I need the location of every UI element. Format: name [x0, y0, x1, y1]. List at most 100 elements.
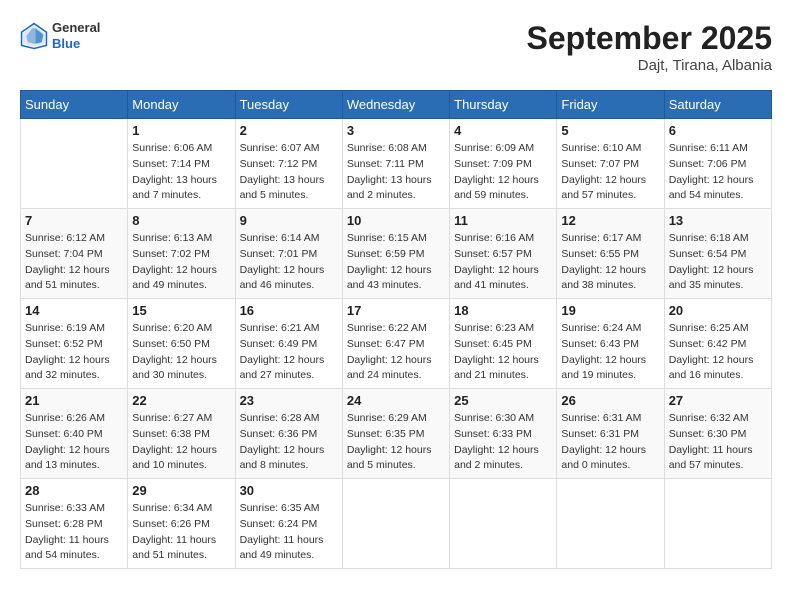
day-number: 21	[25, 393, 123, 408]
calendar-cell: 6 Sunrise: 6:11 AM Sunset: 7:06 PM Daylig…	[664, 119, 771, 209]
day-number: 28	[25, 483, 123, 498]
day-info: Sunrise: 6:15 AM Sunset: 6:59 PM Dayligh…	[347, 231, 445, 294]
col-tuesday: Tuesday	[235, 91, 342, 119]
day-number: 22	[132, 393, 230, 408]
day-info: Sunrise: 6:27 AM Sunset: 6:38 PM Dayligh…	[132, 411, 230, 474]
day-number: 20	[669, 303, 767, 318]
calendar-cell: 2 Sunrise: 6:07 AM Sunset: 7:12 PM Daylig…	[235, 119, 342, 209]
calendar-cell: 9 Sunrise: 6:14 AM Sunset: 7:01 PM Daylig…	[235, 209, 342, 299]
day-number: 14	[25, 303, 123, 318]
calendar-cell: 4 Sunrise: 6:09 AM Sunset: 7:09 PM Daylig…	[450, 119, 557, 209]
day-number: 27	[669, 393, 767, 408]
page-header: General Blue September 2025 Dajt, Tirana…	[20, 20, 772, 74]
day-number: 29	[132, 483, 230, 498]
day-info: Sunrise: 6:06 AM Sunset: 7:14 PM Dayligh…	[132, 141, 230, 204]
calendar-cell: 7Sunrise: 6:12 AM Sunset: 7:04 PM Daylig…	[21, 209, 128, 299]
day-info: Sunrise: 6:09 AM Sunset: 7:09 PM Dayligh…	[454, 141, 552, 204]
day-info: Sunrise: 6:24 AM Sunset: 6:43 PM Dayligh…	[561, 321, 659, 384]
day-info: Sunrise: 6:07 AM Sunset: 7:12 PM Dayligh…	[240, 141, 338, 204]
col-thursday: Thursday	[450, 91, 557, 119]
calendar-body: 1 Sunrise: 6:06 AM Sunset: 7:14 PM Daylig…	[21, 119, 772, 569]
calendar-cell: 3 Sunrise: 6:08 AM Sunset: 7:11 PM Daylig…	[342, 119, 449, 209]
calendar-cell: 16 Sunrise: 6:21 AM Sunset: 6:49 PM Dayli…	[235, 299, 342, 389]
day-info: Sunrise: 6:19 AM Sunset: 6:52 PM Dayligh…	[25, 321, 123, 384]
col-friday: Friday	[557, 91, 664, 119]
calendar-cell: 15 Sunrise: 6:20 AM Sunset: 6:50 PM Dayli…	[128, 299, 235, 389]
day-number: 8	[132, 213, 230, 228]
calendar-week-2: 7Sunrise: 6:12 AM Sunset: 7:04 PM Daylig…	[21, 209, 772, 299]
day-number: 2	[240, 123, 338, 138]
calendar-cell	[450, 479, 557, 569]
day-number: 15	[132, 303, 230, 318]
day-info: Sunrise: 6:14 AM Sunset: 7:01 PM Dayligh…	[240, 231, 338, 294]
calendar-cell	[557, 479, 664, 569]
calendar-cell: 5 Sunrise: 6:10 AM Sunset: 7:07 PM Daylig…	[557, 119, 664, 209]
calendar-cell: 29 Sunrise: 6:34 AM Sunset: 6:26 PM Dayli…	[128, 479, 235, 569]
day-info: Sunrise: 6:21 AM Sunset: 6:49 PM Dayligh…	[240, 321, 338, 384]
day-number: 3	[347, 123, 445, 138]
calendar-cell	[342, 479, 449, 569]
location: Dajt, Tirana, Albania	[527, 57, 772, 74]
day-number: 6	[669, 123, 767, 138]
day-info: Sunrise: 6:29 AM Sunset: 6:35 PM Dayligh…	[347, 411, 445, 474]
day-info: Sunrise: 6:25 AM Sunset: 6:42 PM Dayligh…	[669, 321, 767, 384]
calendar-cell: 20 Sunrise: 6:25 AM Sunset: 6:42 PM Dayli…	[664, 299, 771, 389]
calendar-cell: 17 Sunrise: 6:22 AM Sunset: 6:47 PM Dayli…	[342, 299, 449, 389]
col-monday: Monday	[128, 91, 235, 119]
calendar-cell: 11 Sunrise: 6:16 AM Sunset: 6:57 PM Dayli…	[450, 209, 557, 299]
logo: General Blue	[20, 20, 100, 51]
calendar-cell	[21, 119, 128, 209]
day-info: Sunrise: 6:22 AM Sunset: 6:47 PM Dayligh…	[347, 321, 445, 384]
day-number: 9	[240, 213, 338, 228]
calendar-cell: 13Sunrise: 6:18 AM Sunset: 6:54 PM Dayli…	[664, 209, 771, 299]
header-row: Sunday Monday Tuesday Wednesday Thursday…	[21, 91, 772, 119]
calendar-cell: 19Sunrise: 6:24 AM Sunset: 6:43 PM Dayli…	[557, 299, 664, 389]
col-saturday: Saturday	[664, 91, 771, 119]
logo-icon	[20, 22, 48, 50]
calendar-header: Sunday Monday Tuesday Wednesday Thursday…	[21, 91, 772, 119]
day-info: Sunrise: 6:16 AM Sunset: 6:57 PM Dayligh…	[454, 231, 552, 294]
day-number: 5	[561, 123, 659, 138]
day-info: Sunrise: 6:23 AM Sunset: 6:45 PM Dayligh…	[454, 321, 552, 384]
calendar-cell: 18 Sunrise: 6:23 AM Sunset: 6:45 PM Dayli…	[450, 299, 557, 389]
day-number: 1	[132, 123, 230, 138]
calendar-cell: 22 Sunrise: 6:27 AM Sunset: 6:38 PM Dayli…	[128, 389, 235, 479]
day-info: Sunrise: 6:26 AM Sunset: 6:40 PM Dayligh…	[25, 411, 123, 474]
day-info: Sunrise: 6:32 AM Sunset: 6:30 PM Dayligh…	[669, 411, 767, 474]
day-number: 10	[347, 213, 445, 228]
col-sunday: Sunday	[21, 91, 128, 119]
day-number: 7	[25, 213, 123, 228]
day-info: Sunrise: 6:35 AM Sunset: 6:24 PM Dayligh…	[240, 501, 338, 564]
day-number: 30	[240, 483, 338, 498]
calendar-cell: 30 Sunrise: 6:35 AM Sunset: 6:24 PM Dayli…	[235, 479, 342, 569]
day-number: 13	[669, 213, 767, 228]
day-info: Sunrise: 6:11 AM Sunset: 7:06 PM Dayligh…	[669, 141, 767, 204]
day-info: Sunrise: 6:20 AM Sunset: 6:50 PM Dayligh…	[132, 321, 230, 384]
calendar-cell: 14 Sunrise: 6:19 AM Sunset: 6:52 PM Dayli…	[21, 299, 128, 389]
calendar-cell: 26 Sunrise: 6:31 AM Sunset: 6:31 PM Dayli…	[557, 389, 664, 479]
day-info: Sunrise: 6:08 AM Sunset: 7:11 PM Dayligh…	[347, 141, 445, 204]
day-info: Sunrise: 6:34 AM Sunset: 6:26 PM Dayligh…	[132, 501, 230, 564]
day-info: Sunrise: 6:10 AM Sunset: 7:07 PM Dayligh…	[561, 141, 659, 204]
day-info: Sunrise: 6:31 AM Sunset: 6:31 PM Dayligh…	[561, 411, 659, 474]
calendar-cell: 8Sunrise: 6:13 AM Sunset: 7:02 PM Daylig…	[128, 209, 235, 299]
day-number: 4	[454, 123, 552, 138]
calendar-cell: 23 Sunrise: 6:28 AM Sunset: 6:36 PM Dayli…	[235, 389, 342, 479]
day-number: 16	[240, 303, 338, 318]
day-info: Sunrise: 6:17 AM Sunset: 6:55 PM Dayligh…	[561, 231, 659, 294]
day-number: 23	[240, 393, 338, 408]
day-number: 26	[561, 393, 659, 408]
calendar-week-5: 28 Sunrise: 6:33 AM Sunset: 6:28 PM Dayli…	[21, 479, 772, 569]
day-number: 25	[454, 393, 552, 408]
title-block: September 2025 Dajt, Tirana, Albania	[527, 20, 772, 74]
calendar-cell: 1 Sunrise: 6:06 AM Sunset: 7:14 PM Daylig…	[128, 119, 235, 209]
day-number: 11	[454, 213, 552, 228]
calendar-cell: 27 Sunrise: 6:32 AM Sunset: 6:30 PM Dayli…	[664, 389, 771, 479]
day-number: 18	[454, 303, 552, 318]
day-info: Sunrise: 6:28 AM Sunset: 6:36 PM Dayligh…	[240, 411, 338, 474]
calendar-cell: 12Sunrise: 6:17 AM Sunset: 6:55 PM Dayli…	[557, 209, 664, 299]
day-number: 17	[347, 303, 445, 318]
day-info: Sunrise: 6:33 AM Sunset: 6:28 PM Dayligh…	[25, 501, 123, 564]
calendar-week-4: 21 Sunrise: 6:26 AM Sunset: 6:40 PM Dayli…	[21, 389, 772, 479]
day-info: Sunrise: 6:30 AM Sunset: 6:33 PM Dayligh…	[454, 411, 552, 474]
